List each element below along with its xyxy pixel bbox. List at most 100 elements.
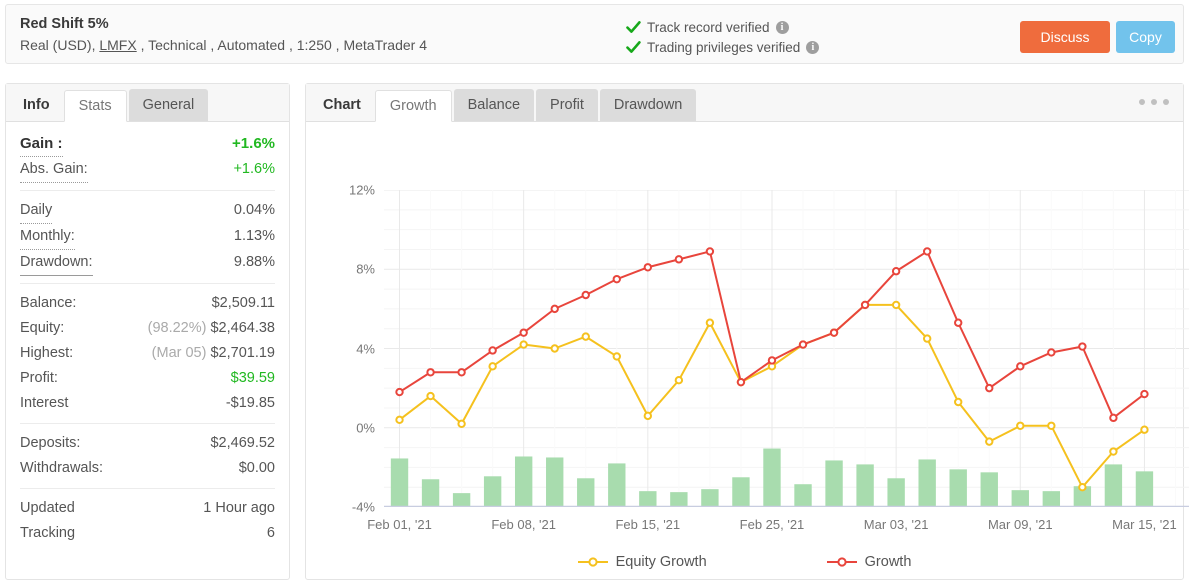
chart-bar bbox=[390, 458, 409, 507]
chart-point bbox=[488, 362, 497, 371]
chart-point bbox=[1140, 425, 1149, 434]
y-axis-tick-label: 0% bbox=[356, 420, 375, 436]
chart-legend: Equity Growth Growth bbox=[306, 554, 1183, 570]
chart-point bbox=[954, 397, 963, 407]
stat-value: (98.22%) $2,464.38 bbox=[148, 316, 275, 341]
stat-label[interactable]: Daily bbox=[20, 198, 53, 224]
chart-point bbox=[612, 352, 621, 361]
y-axis-tick-label: 4% bbox=[356, 341, 375, 356]
chart-panel: Chart Growth Balance Profit Drawdown 12%… bbox=[305, 83, 1189, 580]
stat-label: Withdrawals: bbox=[20, 460, 103, 476]
chart-bar bbox=[514, 456, 533, 507]
x-axis-tick-label: Mar 09, '21 bbox=[987, 517, 1053, 532]
stat-label: Updated bbox=[20, 500, 75, 516]
chart-point bbox=[674, 376, 684, 385]
chart-bar bbox=[980, 472, 998, 507]
chart-bar bbox=[918, 459, 936, 507]
stat-label: Tracking bbox=[20, 525, 76, 541]
chart-plot-area: 12% 8% 4% 0% -4% Feb 01, '21 Feb 08, '21 Feb 15… bbox=[349, 183, 1189, 532]
stat-row-withdrawals: Withdrawals: $0.00 bbox=[20, 456, 275, 481]
copy-button[interactable]: Copy bbox=[1116, 21, 1175, 53]
account-meta: Real (USD), LMFX , Technical , Automated… bbox=[20, 35, 427, 56]
chart-point bbox=[922, 247, 932, 256]
chart-bar bbox=[483, 476, 502, 507]
chart-point bbox=[985, 383, 994, 393]
legend-label: Equity Growth bbox=[615, 554, 707, 570]
chart-point bbox=[550, 304, 559, 314]
x-axis-tick-label: Feb 25, '21 bbox=[739, 517, 805, 532]
chart-point bbox=[581, 332, 590, 341]
stat-value: (Mar 05) $2,701.19 bbox=[152, 341, 275, 366]
chart-point bbox=[1109, 413, 1118, 423]
verification-list: Track record verified i Trading privileg… bbox=[626, 17, 820, 57]
stat-label: Deposits: bbox=[20, 435, 81, 451]
chart-point bbox=[767, 356, 777, 365]
y-axis-tick-label: 12% bbox=[348, 182, 375, 198]
chart-bar bbox=[887, 478, 905, 507]
discuss-button[interactable]: Discuss bbox=[1020, 21, 1110, 53]
chart-bar bbox=[1104, 464, 1123, 507]
chart-point bbox=[457, 368, 466, 377]
tab-drawdown[interactable]: Drawdown bbox=[599, 89, 697, 121]
y-axis-tick-label: -4% bbox=[351, 499, 375, 515]
stat-row-updated: Updated 1 Hour ago bbox=[20, 496, 275, 521]
chart-tabstrip: Chart Growth Balance Profit Drawdown bbox=[306, 84, 1183, 122]
stat-row-deposits: Deposits: $2,469.52 bbox=[20, 431, 275, 456]
chart-bar bbox=[452, 493, 471, 507]
stat-row-balance: Balance: $2,509.11 bbox=[20, 291, 275, 316]
stat-label: Balance: bbox=[20, 295, 77, 311]
verification-trading-privileges: Trading privileges verified i bbox=[626, 37, 820, 57]
tab-growth[interactable]: Growth bbox=[374, 90, 452, 122]
tab-stats[interactable]: Stats bbox=[63, 90, 127, 122]
tab-profit[interactable]: Profit bbox=[536, 89, 598, 121]
stat-value: $39.59 bbox=[230, 370, 275, 386]
chart-point bbox=[395, 415, 404, 425]
stat-row-equity: Equity: (98.22%) $2,464.38 bbox=[20, 316, 275, 341]
stat-value: $2,509.11 bbox=[211, 295, 275, 311]
chart-point bbox=[1109, 447, 1118, 456]
chart-point bbox=[1016, 421, 1025, 430]
chart-point bbox=[1078, 482, 1087, 492]
chart-point bbox=[705, 247, 715, 256]
chart-point bbox=[1047, 348, 1056, 357]
stat-row-drawdown: Drawdown: 9.88% bbox=[20, 250, 275, 276]
stat-label[interactable]: Monthly: bbox=[20, 224, 75, 250]
legend-item-growth[interactable]: Growth bbox=[826, 554, 911, 570]
stat-value: 0.04% bbox=[233, 202, 275, 218]
tab-general[interactable]: General bbox=[128, 89, 209, 121]
broker-link[interactable]: LMFX bbox=[99, 37, 136, 53]
chart-bar bbox=[949, 469, 967, 507]
stat-label: Profit: bbox=[20, 370, 58, 386]
chart-bar bbox=[670, 492, 688, 507]
ellipsis-icon[interactable] bbox=[1139, 95, 1169, 109]
stat-row-profit: Profit: $39.59 bbox=[20, 366, 275, 391]
x-axis-tick-label: Mar 03, '21 bbox=[863, 517, 929, 532]
stats-group-funding: Deposits: $2,469.52 Withdrawals: $0.00 bbox=[20, 423, 275, 488]
stats-group-meta: Updated 1 Hour ago Tracking 6 bbox=[20, 488, 275, 553]
chart-point bbox=[954, 318, 963, 327]
stat-label: Highest: bbox=[20, 345, 74, 361]
legend-item-equity-growth[interactable]: Equity Growth bbox=[577, 554, 707, 570]
growth-chart: 12% 8% 4% 0% -4% Feb 01, '21 Feb 08, '21 Feb 15… bbox=[306, 122, 1189, 579]
chart-bar bbox=[701, 489, 719, 507]
stat-value: 9.88% bbox=[233, 254, 275, 270]
stat-label[interactable]: Abs. Gain: bbox=[20, 157, 88, 183]
verification-label: Trading privileges verified bbox=[647, 39, 801, 55]
chart-point bbox=[426, 391, 435, 401]
stat-value: -$19.85 bbox=[225, 395, 275, 411]
stats-tabstrip: Info Stats General bbox=[6, 84, 289, 122]
info-icon[interactable]: i bbox=[775, 20, 789, 34]
chart-point bbox=[1078, 342, 1087, 351]
stat-value: 1.13% bbox=[233, 228, 275, 244]
account-title: Red Shift 5% bbox=[20, 16, 109, 32]
info-icon[interactable]: i bbox=[806, 40, 820, 54]
stat-label[interactable]: Drawdown: bbox=[20, 250, 93, 276]
stat-value: $2,469.52 bbox=[210, 435, 275, 451]
chart-point bbox=[860, 300, 870, 310]
stat-value: +1.6% bbox=[232, 135, 275, 152]
chart-point bbox=[1047, 421, 1056, 430]
tab-balance[interactable]: Balance bbox=[453, 89, 535, 121]
stat-row-interest: Interest -$19.85 bbox=[20, 391, 275, 416]
stat-label[interactable]: Gain : bbox=[20, 131, 63, 157]
chart-point bbox=[985, 437, 994, 446]
